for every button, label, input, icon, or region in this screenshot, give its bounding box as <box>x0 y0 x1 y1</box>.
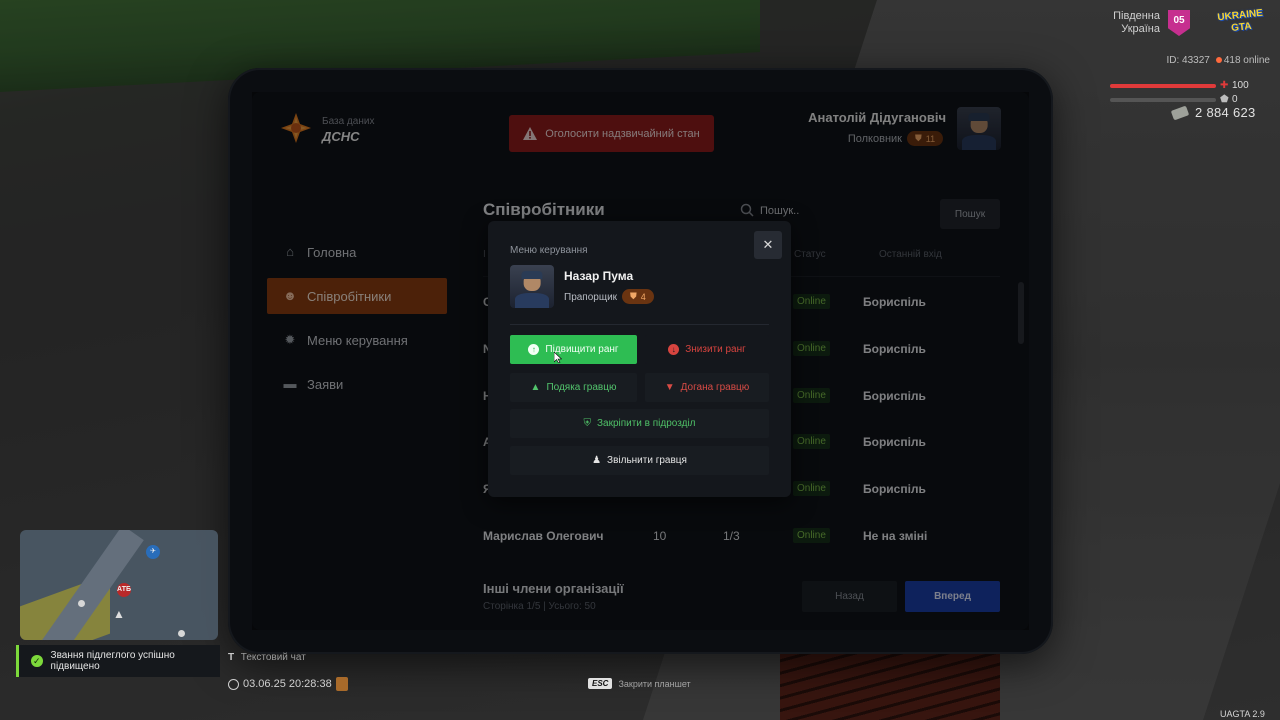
chat-hint: Т Текстовий чат <box>228 652 306 663</box>
modal-title: Меню керування <box>510 245 588 256</box>
health-bar <box>1110 84 1216 88</box>
esc-key: ESC <box>588 678 613 689</box>
thumbs-up-icon: ▲ <box>530 382 541 393</box>
money-value: 2 884 623 <box>1195 105 1256 120</box>
datetime-text: 03.06.25 20:28:38 <box>243 678 332 690</box>
chat-key: Т <box>228 652 235 663</box>
employee-avatar <box>510 265 554 308</box>
player-id-online: ID: 43327 418 online <box>1120 55 1270 66</box>
fire-player-button[interactable]: ♟ Звільнити гравця <box>510 446 769 475</box>
assign-unit-button[interactable]: ⛨ Закріпити в підрозділ <box>510 409 769 438</box>
promote-button[interactable]: ↑ Підвищити ранг <box>510 335 637 364</box>
close-icon: ✕ <box>762 237 774 252</box>
health-value: 100 <box>1232 80 1249 91</box>
arrow-down-icon: ↓ <box>668 344 680 355</box>
armor-value: 0 <box>1232 94 1238 105</box>
employee-level-badge: ⛊ 4 <box>622 289 654 304</box>
atb-store-icon: АТБ <box>117 583 131 597</box>
mouse-cursor-icon <box>554 352 562 363</box>
employee-level: 4 <box>640 291 646 302</box>
thanks-label: Подяка гравцю <box>546 382 617 393</box>
player-id: ID: 43327 <box>1166 55 1210 66</box>
assign-label: Закріпити в підрозділ <box>596 418 696 429</box>
map-dot-icon <box>178 630 185 637</box>
server-name: Південна Україна <box>1113 10 1160 35</box>
armor-icon: ⬟ <box>1220 94 1229 105</box>
employee-name: Назар Пума <box>564 269 634 283</box>
player-arrow-icon: ▲ <box>113 607 125 621</box>
clock-icon <box>228 678 239 690</box>
datetime: 03.06.25 20:28:38 <box>228 677 348 691</box>
version-label: UAGTA 2.9 <box>1220 709 1265 719</box>
user-remove-icon: ♟ <box>592 455 602 466</box>
thanks-button[interactable]: ▲ Подяка гравцю <box>510 373 637 402</box>
demote-button[interactable]: ↓ Знизити ранг <box>645 335 769 364</box>
heart-icon: ✚ <box>1220 80 1229 91</box>
check-icon: ✓ <box>31 655 43 667</box>
armor-bar <box>1110 98 1216 102</box>
shield-plus-icon: ⛨ <box>583 418 591 429</box>
modal-divider <box>510 324 769 325</box>
esc-label: Закрити планшет <box>618 678 691 689</box>
close-modal-button[interactable]: ✕ <box>754 231 782 259</box>
employee-rank: Прапорщик <box>564 292 618 303</box>
arrow-up-icon: ↑ <box>528 344 540 355</box>
shield-icon: ⛊ <box>630 291 637 301</box>
online-dot-icon <box>1215 57 1222 63</box>
fire-label: Звільнити гравця <box>607 455 687 466</box>
map-dot-icon <box>78 600 85 607</box>
reprimand-button[interactable]: ▼ Догана гравцю <box>645 373 769 402</box>
notification-toast: ✓ Звання підлеглого успішно підвищено <box>16 645 220 677</box>
thumbs-down-icon: ▼ <box>664 382 675 393</box>
demote-label: Знизити ранг <box>685 344 746 355</box>
online-count: 418 online <box>1223 55 1270 66</box>
minimap: ✈ АТБ ▲ <box>20 530 218 640</box>
close-tablet-hint: ESC Закрити планшет <box>588 678 691 689</box>
chat-label: Текстовий чат <box>240 652 306 663</box>
map-marker-icon: ✈ <box>146 545 160 559</box>
notification-text: Звання підлеглого успішно підвищено <box>50 650 175 672</box>
reprimand-label: Догана гравцю <box>680 382 750 393</box>
microphone-icon <box>335 677 348 691</box>
